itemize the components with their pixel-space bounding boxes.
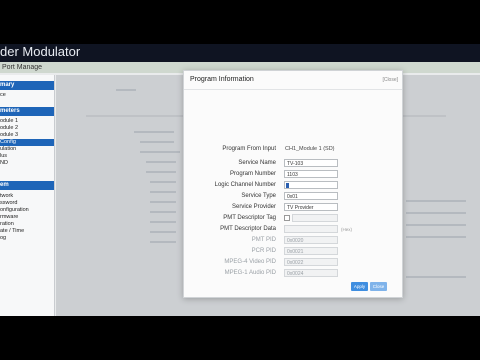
program-number-label: Program Number	[229, 171, 276, 177]
apply-button[interactable]: Apply	[351, 282, 368, 291]
pmt-pid-label: PMT PID	[251, 237, 276, 243]
dialog-header: Program Information [Close]	[184, 71, 402, 90]
text-cursor	[286, 183, 289, 188]
sidebar-item-firmware[interactable]: rmware	[0, 214, 54, 221]
logic-channel-number-label: Logic Channel Number	[214, 182, 276, 188]
sidebar-item-date-time[interactable]: ate / Time	[0, 228, 54, 235]
pcr-pid-input[interactable]: 0x0021	[284, 247, 338, 255]
sidebar-item-password[interactable]: ssword	[0, 200, 54, 207]
sidebar-item-module-1[interactable]: odule 1	[0, 118, 54, 125]
program-number-input[interactable]: 1103	[284, 170, 338, 178]
row-mpeg4-video-pid: MPEG-4 Video PID 0x0022	[184, 258, 402, 267]
pmt-descriptor-tag-input[interactable]	[292, 214, 338, 222]
pmt-pid-input[interactable]: 0x0020	[284, 236, 338, 244]
pcr-pid-label: PCR PID	[251, 248, 276, 254]
sidebar-item-nd[interactable]: ND	[0, 160, 54, 167]
row-service-name: Service Name TV-103	[184, 159, 402, 168]
service-provider-input[interactable]: TV Provider	[284, 203, 338, 211]
dialog-close-link[interactable]: [Close]	[382, 77, 398, 83]
sidebar-item-plus[interactable]: lus	[0, 153, 54, 160]
row-service-provider: Service Provider TV Provider	[184, 203, 402, 212]
hex-unit-label: (Hex)	[341, 227, 352, 232]
mpeg4-video-pid-label: MPEG-4 Video PID	[224, 259, 276, 265]
service-type-input[interactable]: 0x01	[284, 192, 338, 200]
row-service-type: Service Type 0x01	[184, 192, 402, 201]
sidebar: mary ce meters odule 1 odule 2 odule 3 C…	[0, 75, 55, 316]
row-pmt-descriptor-data: PMT Descriptor Data (Hex)	[184, 225, 402, 234]
pmt-descriptor-tag-checkbox[interactable]	[284, 215, 290, 221]
row-logic-channel-number: Logic Channel Number	[184, 181, 402, 190]
service-provider-label: Service Provider	[231, 204, 276, 210]
sidebar-item-restoration[interactable]: ration	[0, 221, 54, 228]
sidebar-item-config[interactable]: Config	[0, 139, 54, 146]
dialog-title: Program Information	[190, 76, 254, 83]
mpeg1-audio-pid-label: MPEG-1 Audio PID	[224, 270, 276, 276]
mpeg4-video-pid-input[interactable]: 0x0022	[284, 258, 338, 266]
service-type-label: Service Type	[241, 193, 276, 199]
logic-channel-number-input[interactable]	[284, 181, 338, 189]
row-mpeg1-audio-pid: MPEG-1 Audio PID 0x0024	[184, 269, 402, 278]
row-pmt-descriptor-tag: PMT Descriptor Tag	[184, 214, 402, 223]
sidebar-item-device[interactable]: ce	[0, 92, 54, 99]
sidebar-section-summary[interactable]: mary	[0, 81, 54, 90]
service-name-input[interactable]: TV-103	[284, 159, 338, 167]
pmt-descriptor-tag-label: PMT Descriptor Tag	[223, 215, 276, 221]
service-name-label: Service Name	[238, 160, 276, 166]
mpeg1-audio-pid-input[interactable]: 0x0024	[284, 269, 338, 277]
sidebar-item-network[interactable]: twork	[0, 193, 54, 200]
program-from-input-value: CH1_Module 1 (SD)	[285, 146, 335, 152]
row-pcr-pid: PCR PID 0x0021	[184, 247, 402, 256]
sidebar-section-system[interactable]: em	[0, 181, 54, 190]
app-title: der Modulator	[0, 44, 81, 59]
sidebar-item-module-2[interactable]: odule 2	[0, 125, 54, 132]
sidebar-item-configuration[interactable]: onfiguration	[0, 207, 54, 214]
row-program-from-input: Program From Input CH1_Module 1 (SD)	[184, 145, 402, 154]
row-pmt-pid: PMT PID 0x0020	[184, 236, 402, 245]
pmt-descriptor-data-input[interactable]	[284, 225, 338, 233]
pmt-descriptor-data-label: PMT Descriptor Data	[220, 226, 276, 232]
sidebar-item-modulation[interactable]: ulation	[0, 146, 54, 153]
sidebar-item-module-3[interactable]: odule 3	[0, 132, 54, 139]
program-information-dialog: Program Information [Close] Program From…	[183, 70, 403, 298]
app-title-bar: der Modulator	[0, 44, 480, 62]
program-from-input-label: Program From Input	[222, 146, 276, 152]
menu-port-manage[interactable]: Port Manage	[2, 62, 42, 73]
close-button[interactable]: Close	[370, 282, 387, 291]
sidebar-item-log[interactable]: og	[0, 235, 54, 242]
sidebar-section-parameters[interactable]: meters	[0, 107, 54, 116]
row-program-number: Program Number 1103	[184, 170, 402, 179]
